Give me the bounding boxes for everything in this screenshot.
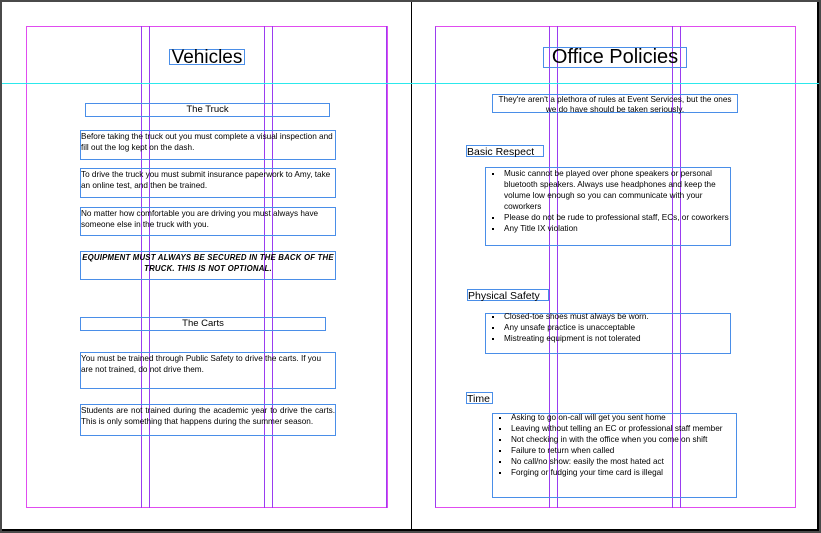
list-item: Forging or fudging your time card is ill… [499,467,736,478]
list-item: Failure to return when called [499,445,736,456]
list-frame-time[interactable]: Asking to go on-call will get you sent h… [492,413,737,498]
list-item: Any Title IX violation [492,223,730,234]
section-heading-the-carts[interactable]: The Carts [80,317,326,331]
horizontal-ruler-guide[interactable] [2,83,819,84]
left-page-column-guide [386,26,387,508]
list-item: Closed-toe shoes must always be worn. [492,311,730,322]
section-heading-basic-respect[interactable]: Basic Respect [466,145,544,158]
spread-spine [411,2,412,531]
list-item: Asking to go on-call will get you sent h… [499,412,736,423]
list-frame-basic-respect[interactable]: Music cannot be played over phone speake… [485,167,731,246]
intro-text-frame[interactable]: They're aren't a plethora of rules at Ev… [492,94,738,114]
section-heading-the-truck[interactable]: The Truck [85,103,330,117]
list-item: Please do not be rude to professional st… [492,213,729,222]
list-item: Music cannot be played over phone speake… [492,168,730,212]
list-item: No call/no show: easily the most hated a… [499,456,736,467]
bullet-list-basic-respect: Music cannot be played over phone speake… [486,168,730,234]
section-heading-time[interactable]: Time [466,392,493,405]
text-frame-truck-insurance[interactable]: To drive the truck you must submit insur… [80,168,336,198]
list-item: Leaving without telling an EC or profess… [499,423,736,434]
list-frame-physical-safety[interactable]: Closed-toe shoes must always be worn. An… [485,311,731,354]
bullet-list-time: Asking to go on-call will get you sent h… [493,412,736,478]
section-heading-physical-safety[interactable]: Physical Safety [467,289,549,302]
page-title-vehicles[interactable]: Vehicles [169,48,245,67]
bullet-list-physical-safety: Closed-toe shoes must always be worn. An… [486,311,730,344]
text-frame-carts-students[interactable]: Students are not trained during the acad… [80,404,336,436]
page-title-office-policies[interactable]: Office Policies [543,47,687,68]
text-frame-truck-companion[interactable]: No matter how comfortable you are drivin… [80,207,336,236]
text-frame-carts-training[interactable]: You must be trained through Public Safet… [80,352,336,389]
list-item: Mistreating equipment is not tolerated [492,333,730,344]
text-frame-equipment-warning[interactable]: EQUIPMENT MUST ALWAYS BE SECURED IN THE … [80,251,336,280]
list-item: Not checking in with the office when you… [499,434,736,445]
list-item: Any unsafe practice is unacceptable [492,322,730,333]
text-frame-truck-inspection[interactable]: Before taking the truck out you must com… [80,130,336,160]
